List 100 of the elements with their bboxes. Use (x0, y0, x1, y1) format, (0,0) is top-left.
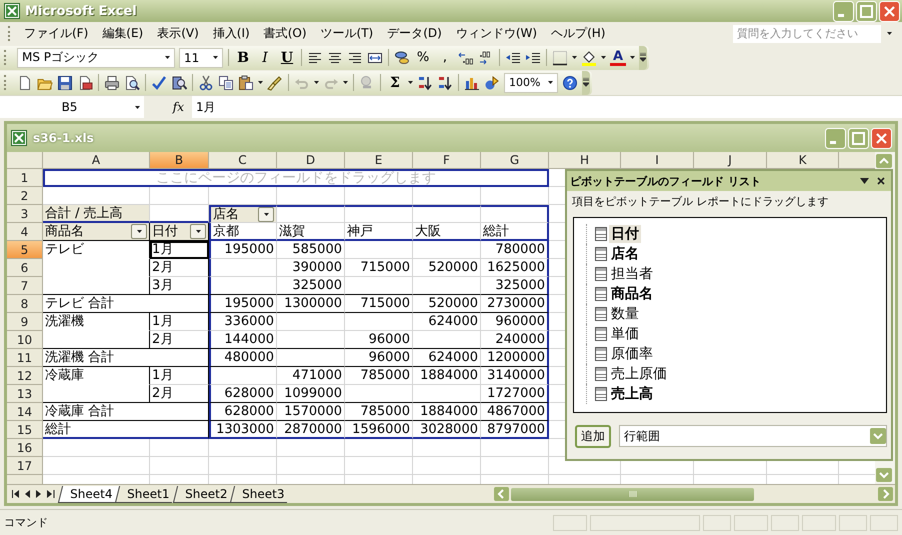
previous-sheet-icon[interactable] (25, 490, 31, 498)
field-button[interactable]: 日付 (150, 223, 209, 241)
close-icon[interactable] (877, 177, 885, 185)
field-item[interactable]: 日付 (609, 225, 641, 243)
sort-descending-icon[interactable] (437, 74, 453, 90)
row-header[interactable]: 1 (7, 169, 43, 187)
menu-item[interactable]: 編集(E) (95, 23, 150, 44)
column-header[interactable]: A (43, 152, 150, 169)
dropdown-button[interactable] (131, 224, 147, 239)
comma-button[interactable]: , (436, 48, 454, 66)
row-header[interactable]: 5 (7, 241, 43, 259)
autosum-button[interactable]: Σ (386, 74, 404, 92)
field-item[interactable]: 売上高 (609, 385, 655, 403)
column-header[interactable]: J (694, 152, 767, 169)
caret-icon[interactable] (314, 81, 319, 84)
font-color-button[interactable]: A (610, 50, 626, 66)
row-header[interactable]: 3 (7, 205, 43, 223)
row-header[interactable]: 11 (7, 349, 43, 367)
row-header[interactable]: 8 (7, 295, 43, 313)
column-header[interactable]: G (481, 152, 549, 169)
toolbar-options-button[interactable] (639, 46, 648, 70)
menu-item[interactable]: ウィンドウ(W) (448, 23, 544, 44)
field-button[interactable]: 商品名 (43, 223, 150, 241)
last-sheet-icon[interactable] (47, 490, 55, 498)
caret-icon[interactable] (212, 56, 218, 59)
field-item[interactable]: 商品名 (609, 285, 655, 303)
sheet-tab[interactable]: Sheet2 (172, 486, 234, 502)
next-sheet-icon[interactable] (36, 490, 42, 498)
dropdown-button[interactable] (190, 224, 206, 239)
formula-field[interactable]: 1月 (192, 97, 902, 117)
row-header[interactable]: 9 (7, 313, 43, 331)
sort-ascending-icon[interactable] (417, 74, 433, 90)
column-header[interactable]: I (621, 152, 694, 169)
row-header[interactable]: 12 (7, 367, 43, 385)
increase-decimal-icon[interactable] (458, 50, 474, 66)
fill-color-icon[interactable] (581, 50, 597, 66)
field-item[interactable]: 担当者 (609, 265, 655, 283)
scroll-thumb[interactable] (511, 488, 754, 500)
coins-icon[interactable] (394, 50, 410, 66)
field-item[interactable]: 店名 (609, 245, 641, 263)
printer-icon[interactable] (104, 74, 120, 90)
caret-icon[interactable] (630, 56, 636, 59)
row-header[interactable]: 13 (7, 385, 43, 403)
row-header[interactable]: 15 (7, 421, 43, 439)
column-header[interactable]: H (549, 152, 621, 169)
row-header[interactable]: 2 (7, 187, 43, 205)
bold-button[interactable]: B (234, 48, 252, 66)
clipboard-icon[interactable] (238, 74, 254, 90)
row-header[interactable]: 17 (7, 457, 43, 475)
field-button[interactable]: 店名 (209, 205, 277, 223)
zoom-field[interactable]: 100% (504, 72, 558, 92)
sheet-tab[interactable]: Sheet3 (230, 486, 292, 502)
first-sheet-icon[interactable] (12, 490, 20, 498)
font-size-field[interactable]: 11 (179, 48, 223, 68)
permission-icon[interactable] (77, 74, 93, 90)
sheet-tab[interactable]: Sheet1 (115, 486, 177, 502)
paintbrush-icon[interactable] (267, 74, 283, 90)
menu-item[interactable]: ヘルプ(H) (544, 23, 612, 44)
caret-icon[interactable] (548, 81, 552, 84)
row-header[interactable]: 6 (7, 259, 43, 277)
caret-icon[interactable] (343, 81, 348, 84)
menu-item[interactable]: ツール(T) (314, 23, 380, 44)
row-header[interactable]: 7 (7, 277, 43, 295)
scissors-icon[interactable] (198, 74, 214, 90)
research-icon[interactable] (171, 74, 187, 90)
column-header[interactable]: K (767, 152, 839, 169)
insert-function-button[interactable]: fx (144, 96, 192, 118)
caret-icon[interactable] (601, 56, 606, 59)
help-icon[interactable] (562, 74, 578, 90)
caret-icon[interactable] (258, 81, 263, 84)
row-header[interactable]: 4 (7, 223, 43, 241)
add-button[interactable]: 追加 (575, 424, 611, 448)
column-header[interactable]: C (209, 152, 277, 169)
help-search-field[interactable]: 質問を入力してください (733, 24, 881, 42)
field-item[interactable]: 単価 (609, 325, 641, 343)
row-header[interactable]: 16 (7, 439, 43, 457)
field-item[interactable]: 原価率 (609, 345, 655, 363)
toolbar-options-button[interactable] (582, 70, 590, 94)
menu-item[interactable]: ファイル(F) (17, 23, 96, 44)
caret-icon[interactable] (887, 32, 892, 35)
caret-icon[interactable] (135, 106, 140, 108)
area-dropdown[interactable]: 行範囲 (619, 425, 887, 447)
new-page-icon[interactable] (17, 74, 33, 90)
field-item[interactable]: 売上原価 (609, 365, 669, 383)
column-header[interactable]: F (413, 152, 481, 169)
caret-icon[interactable] (572, 56, 577, 59)
shapes-icon[interactable] (484, 74, 500, 90)
sheet-tab[interactable]: Sheet4 (58, 486, 120, 502)
menu-item[interactable]: 挿入(I) (206, 23, 257, 44)
dropdown-button[interactable] (258, 207, 274, 222)
font-name-field[interactable]: MS Pゴシック (17, 48, 175, 68)
percent-button[interactable]: % (414, 48, 432, 66)
caret-icon[interactable] (408, 81, 413, 84)
menu-item[interactable]: データ(D) (380, 23, 449, 44)
spelling-check-icon[interactable] (151, 74, 167, 90)
row-header[interactable]: 10 (7, 331, 43, 349)
column-header[interactable]: E (345, 152, 413, 169)
print-preview-icon[interactable] (124, 74, 140, 90)
column-header[interactable]: D (277, 152, 345, 169)
caret-icon[interactable] (164, 56, 170, 59)
